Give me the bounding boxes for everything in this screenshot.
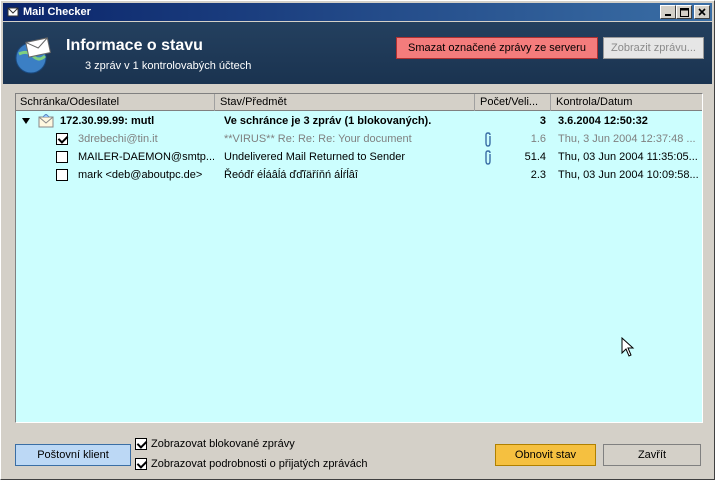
title-bar[interactable]: Mail Checker xyxy=(3,3,712,21)
status-header: Informace o stavu 3 zpráv v 1 kontrolova… xyxy=(3,22,712,84)
show-details-label: Zobrazovat podrobnosti o přijatých zpráv… xyxy=(151,458,368,470)
column-header-size[interactable]: Počet/Veli... xyxy=(476,94,551,111)
column-header-subject[interactable]: Stav/Předmět xyxy=(216,94,475,111)
message-sender: mark <deb@aboutpc.de> xyxy=(78,169,203,181)
delete-marked-button[interactable]: Smazat označené zprávy ze serveru xyxy=(396,37,598,59)
collapse-arrow-icon[interactable] xyxy=(22,118,30,124)
close-icon xyxy=(698,8,706,16)
message-row[interactable]: mark <deb@aboutpc.de> Řeóđŕ éĺáâĺá ďďĭäř… xyxy=(16,166,702,184)
message-subject: **VIRUS** Re: Re: Re: Your document xyxy=(224,133,412,145)
column-header-date[interactable]: Kontrola/Datum xyxy=(552,94,702,111)
attachment-icon xyxy=(485,150,491,165)
close-button[interactable]: Zavřít xyxy=(603,444,701,466)
show-blocked-checkbox[interactable] xyxy=(135,438,147,450)
message-checkbox[interactable] xyxy=(56,133,68,145)
account-status: Ve schránce je 3 zpráv (1 blokovaných). xyxy=(224,115,432,127)
message-subject: Řeóđŕ éĺáâĺá ďďĭäříňń áĺŕĺâî xyxy=(224,169,358,181)
message-row[interactable]: MAILER-DAEMON@smtp... Undelivered Mail R… xyxy=(16,148,702,166)
account-count: 3 xyxy=(539,115,546,127)
mouse-cursor-icon xyxy=(621,337,635,357)
page-title: Informace o stavu xyxy=(66,37,203,54)
message-date: Thu, 03 Jun 2004 10:09:58... xyxy=(558,169,699,181)
message-subject: Undelivered Mail Returned to Sender xyxy=(224,151,405,163)
mail-checker-window: Mail Checker Informace o stavu 3 zpráv v… xyxy=(0,0,715,480)
message-row[interactable]: 3drebechi@tin.it **VIRUS** Re: Re: Re: Y… xyxy=(16,130,702,148)
show-details-option[interactable]: Zobrazovat podrobnosti o přijatých zpráv… xyxy=(135,457,367,471)
show-blocked-label: Zobrazovat blokované zprávy xyxy=(151,438,295,450)
mailbox-envelope-icon xyxy=(38,114,54,128)
message-date: Thu, 03 Jun 2004 11:35:05... xyxy=(558,151,698,163)
mail-checker-icon xyxy=(7,7,19,17)
close-window-button[interactable] xyxy=(694,5,710,19)
minimize-icon xyxy=(665,14,671,16)
message-size: 1.6 xyxy=(530,133,546,145)
show-blocked-option[interactable]: Zobrazovat blokované zprávy xyxy=(135,437,295,451)
globe-mail-icon xyxy=(15,37,52,74)
maximize-icon xyxy=(679,7,689,17)
maximize-button[interactable] xyxy=(676,5,692,19)
message-sender: 3drebechi@tin.it xyxy=(78,133,158,145)
message-checkbox[interactable] xyxy=(56,151,68,163)
account-name: 172.30.99.99: mutl xyxy=(60,115,155,127)
message-size: 2.3 xyxy=(530,169,546,181)
list-header: Schránka/Odesílatel Stav/Předmět Počet/V… xyxy=(16,94,702,111)
page-subtitle: 3 zpráv v 1 kontrolovabých účtech xyxy=(85,60,252,72)
message-date: Thu, 3 Jun 2004 12:37:48 ... xyxy=(558,133,696,145)
refresh-status-button[interactable]: Obnovit stav xyxy=(495,444,596,466)
attachment-icon xyxy=(485,132,491,147)
account-checked-date: 3.6.2004 12:50:32 xyxy=(558,115,648,127)
minimize-button[interactable] xyxy=(660,5,676,19)
message-sender: MAILER-DAEMON@smtp... xyxy=(78,151,214,163)
show-message-button[interactable]: Zobrazit zprávu... xyxy=(603,37,704,59)
column-header-sender[interactable]: Schránka/Odesílatel xyxy=(16,94,215,111)
message-list[interactable]: Schránka/Odesílatel Stav/Předmět Počet/V… xyxy=(15,93,703,423)
message-checkbox[interactable] xyxy=(56,169,68,181)
window-title: Mail Checker xyxy=(23,6,91,18)
mail-client-button[interactable]: Poštovní klient xyxy=(15,444,131,466)
account-row[interactable]: 172.30.99.99: mutl Ve schránce je 3 zprá… xyxy=(16,112,702,130)
show-details-checkbox[interactable] xyxy=(135,458,147,470)
message-size: 51.4 xyxy=(524,151,546,163)
